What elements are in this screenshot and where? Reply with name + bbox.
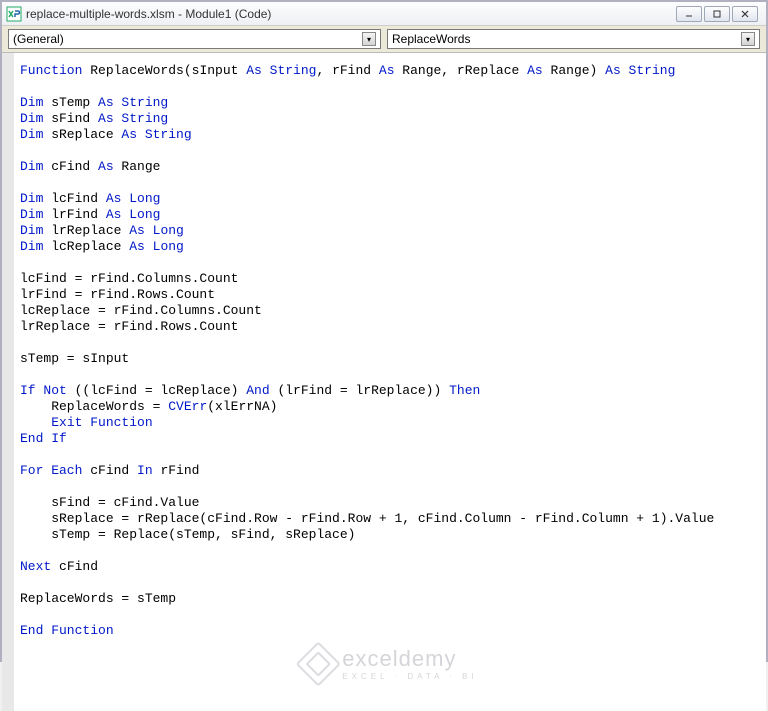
object-dropdown-value: (General) (13, 32, 362, 46)
window-title: replace-multiple-words.xlsm - Module1 (C… (26, 7, 676, 21)
procedure-dropdown[interactable]: ReplaceWords ▾ (387, 29, 760, 49)
watermark: exceldemy EXCEL · DATA · BI (302, 646, 477, 681)
window-controls (676, 6, 758, 22)
minimize-button[interactable] (676, 6, 702, 22)
vba-module-icon (6, 6, 22, 22)
chevron-down-icon: ▾ (362, 32, 376, 46)
gutter-border (13, 53, 14, 711)
object-procedure-row: (General) ▾ ReplaceWords ▾ (2, 26, 766, 53)
watermark-sub-text: EXCEL · DATA · BI (342, 672, 477, 681)
maximize-button[interactable] (704, 6, 730, 22)
procedure-dropdown-value: ReplaceWords (392, 32, 741, 46)
code-editor[interactable]: Function ReplaceWords(sInput As String, … (2, 53, 766, 711)
watermark-main-text: exceldemy (342, 646, 477, 672)
code-content: Function ReplaceWords(sInput As String, … (14, 53, 766, 649)
chevron-down-icon: ▾ (741, 32, 755, 46)
close-button[interactable] (732, 6, 758, 22)
object-dropdown[interactable]: (General) ▾ (8, 29, 381, 49)
titlebar: replace-multiple-words.xlsm - Module1 (C… (2, 2, 766, 26)
